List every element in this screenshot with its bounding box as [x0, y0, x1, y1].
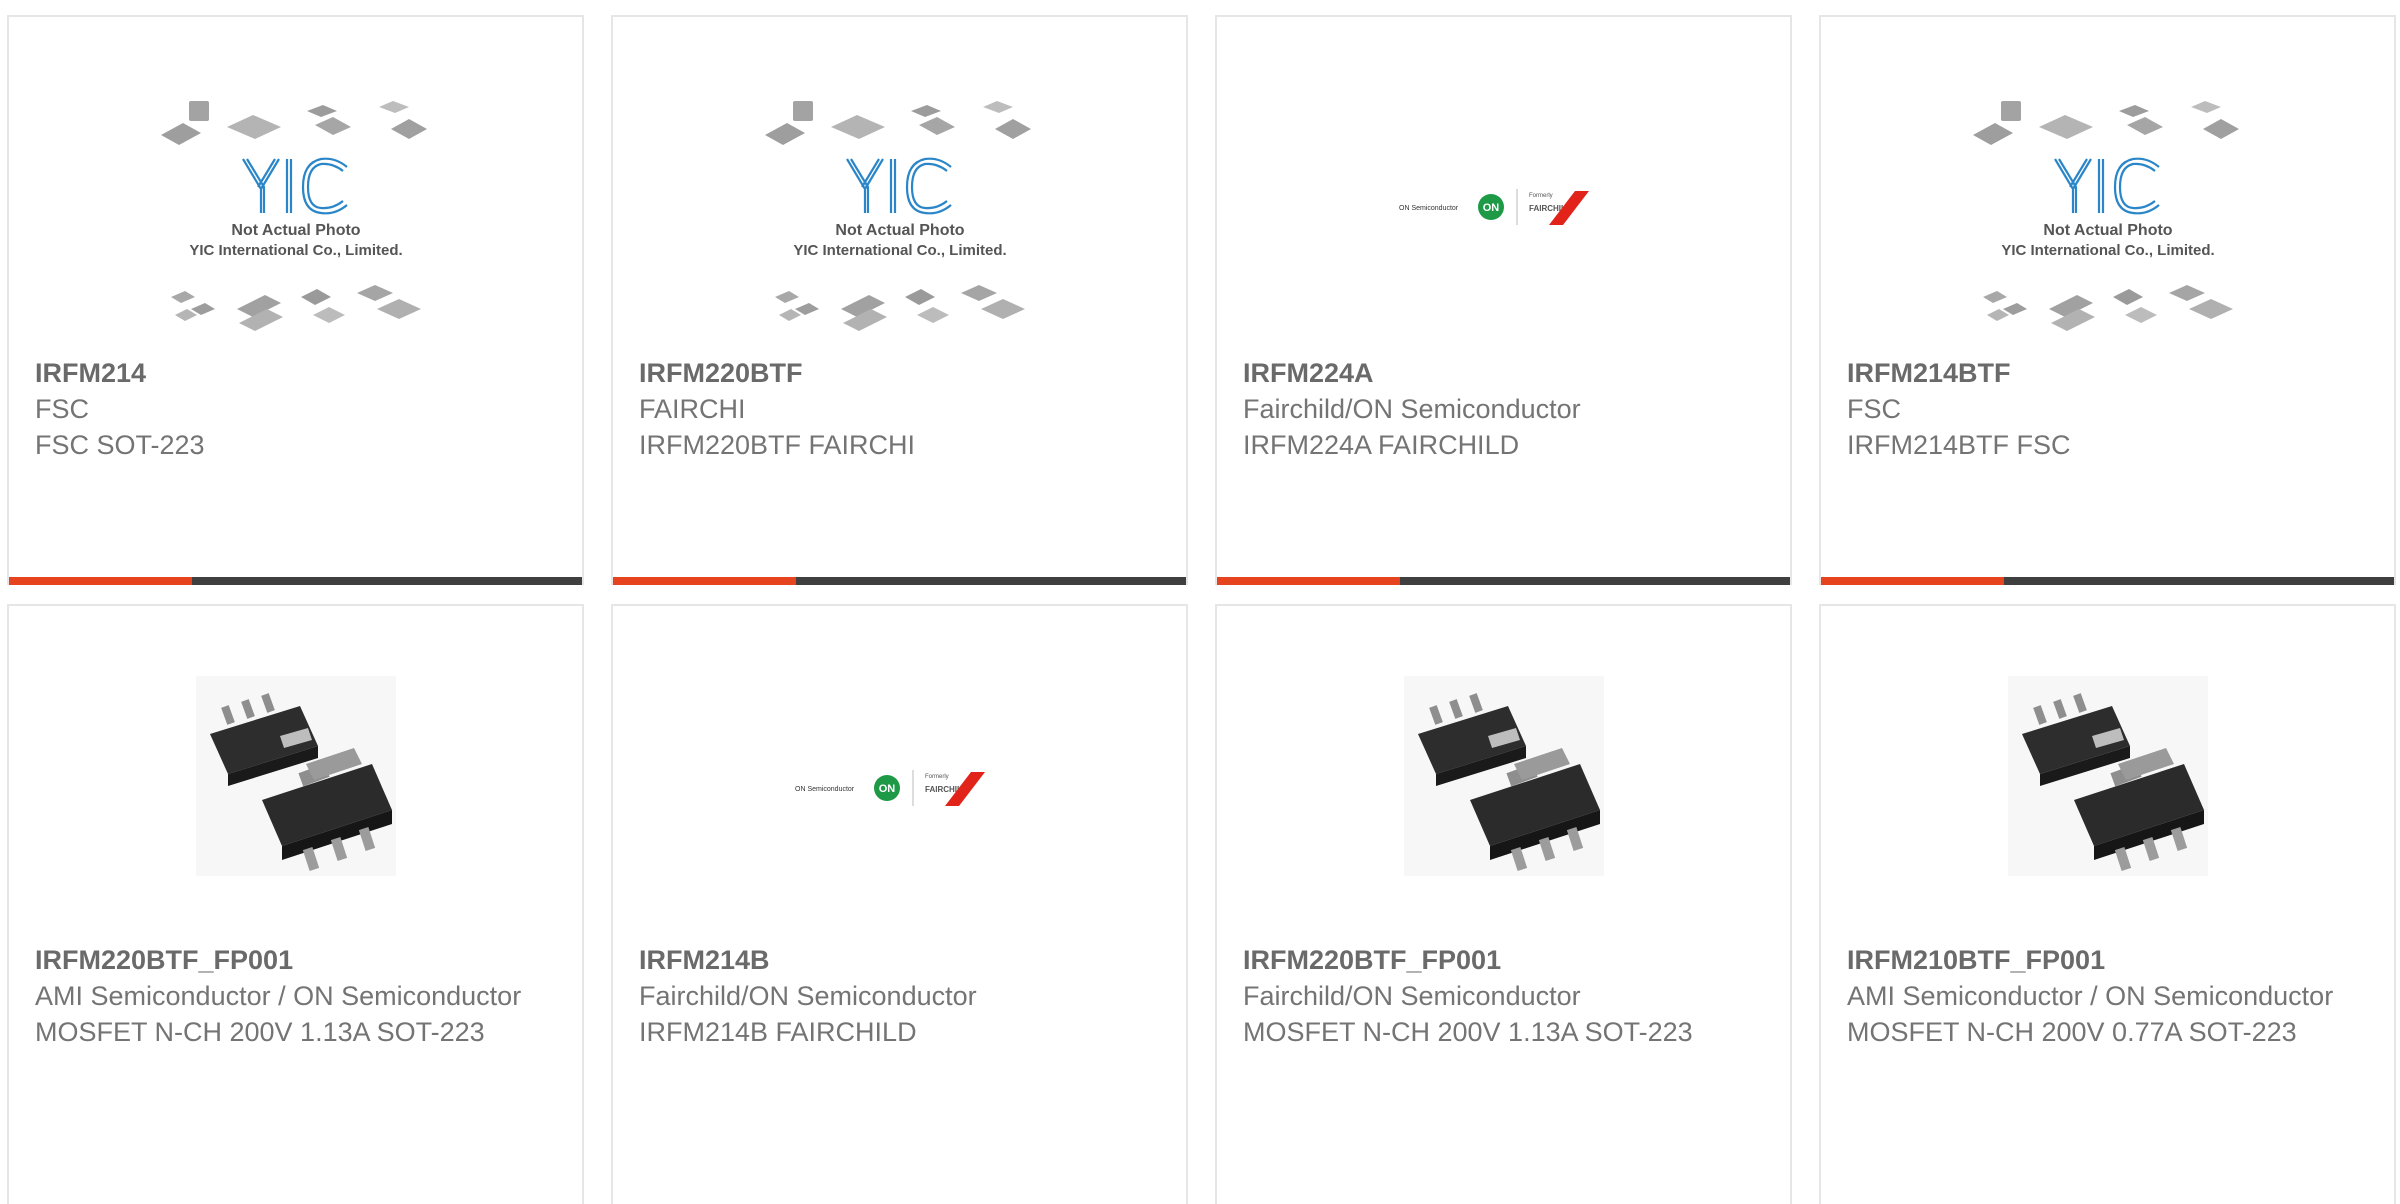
- not-actual-photo-image: Not Actual Photo YIC International Co., …: [160, 101, 427, 331]
- manufacturer: FSC: [1847, 394, 1901, 424]
- svg-text:Not Actual Photo: Not Actual Photo: [231, 222, 360, 239]
- product-image[interactable]: [1821, 676, 2394, 896]
- product-grid: Not Actual Photo YIC International Co., …: [0, 0, 2400, 1204]
- sot-223-package-photo: [195, 676, 396, 876]
- part-number-link[interactable]: IRFM224A: [1243, 355, 1770, 391]
- product-card[interactable]: Not Actual Photo YIC International Co., …: [1819, 15, 2396, 585]
- card-bottom-bar: [1217, 577, 1790, 585]
- part-number-link[interactable]: IRFM220BTF_FP001: [35, 942, 562, 978]
- part-number-link[interactable]: IRFM220BTF: [639, 355, 1166, 391]
- manufacturer: Fairchild/ON Semiconductor: [639, 981, 977, 1011]
- description: MOSFET N-CH 200V 1.13A SOT-223: [35, 1017, 485, 1047]
- card-bottom-bar: [613, 577, 1186, 585]
- manufacturer: FSC: [35, 394, 89, 424]
- product-image[interactable]: Not Actual Photo YIC International Co., …: [9, 97, 582, 367]
- product-image[interactable]: Not Actual Photo YIC International Co., …: [613, 97, 1186, 367]
- product-image[interactable]: [9, 676, 582, 896]
- product-info: IRFM220BTF_FP001 AMI Semiconductor / ON …: [35, 942, 562, 1050]
- svg-text:Formerly: Formerly: [925, 774, 949, 780]
- product-image[interactable]: ON Semiconductor ON Formerly FAIRCHILD.: [1217, 97, 1790, 367]
- svg-text:ON Semiconductor: ON Semiconductor: [795, 786, 855, 793]
- part-number-link[interactable]: IRFM214: [35, 355, 562, 391]
- sot-223-package-photo: [2007, 676, 2208, 876]
- card-bottom-bar: [9, 577, 582, 585]
- product-card[interactable]: Not Actual Photo YIC International Co., …: [7, 15, 584, 585]
- svg-text:Not Actual Photo: Not Actual Photo: [2043, 222, 2172, 239]
- product-card[interactable]: ON Semiconductor ON Formerly FAIRCHILD. …: [611, 604, 1188, 1204]
- part-number-link[interactable]: IRFM214BTF: [1847, 355, 2374, 391]
- product-info: IRFM220BTF FAIRCHI IRFM220BTF FAIRCHI: [639, 355, 1166, 463]
- product-image[interactable]: Not Actual Photo YIC International Co., …: [1821, 97, 2394, 367]
- manufacturer: Fairchild/ON Semiconductor: [1243, 394, 1581, 424]
- product-card[interactable]: IRFM210BTF_FP001 AMI Semiconductor / ON …: [1819, 604, 2396, 1204]
- product-card[interactable]: Not Actual Photo YIC International Co., …: [611, 15, 1188, 585]
- description: FSC SOT-223: [35, 430, 205, 460]
- on-semiconductor-fairchild-logo: ON Semiconductor ON Formerly FAIRCHILD.: [795, 770, 985, 806]
- on-semiconductor-fairchild-logo: ON Semiconductor ON Formerly FAIRCHILD.: [1399, 189, 1589, 225]
- svg-text:ON Semiconductor: ON Semiconductor: [1399, 205, 1459, 212]
- description: IRFM214B FAIRCHILD: [639, 1017, 917, 1047]
- svg-text:Formerly: Formerly: [1529, 193, 1553, 199]
- product-card[interactable]: ON Semiconductor ON Formerly FAIRCHILD. …: [1215, 15, 1792, 585]
- product-info: IRFM214BTF FSC IRFM214BTF FSC: [1847, 355, 2374, 463]
- product-info: IRFM224A Fairchild/ON Semiconductor IRFM…: [1243, 355, 1770, 463]
- manufacturer: Fairchild/ON Semiconductor: [1243, 981, 1581, 1011]
- product-card[interactable]: IRFM220BTF_FP001 AMI Semiconductor / ON …: [7, 604, 584, 1204]
- manufacturer: AMI Semiconductor / ON Semiconductor: [1847, 981, 2334, 1011]
- description: IRFM224A FAIRCHILD: [1243, 430, 1520, 460]
- svg-text:ON: ON: [1482, 202, 1499, 214]
- manufacturer: AMI Semiconductor / ON Semiconductor: [35, 981, 522, 1011]
- svg-text:ON: ON: [878, 783, 895, 795]
- part-number-link[interactable]: IRFM214B: [639, 942, 1166, 978]
- product-info: IRFM214B Fairchild/ON Semiconductor IRFM…: [639, 942, 1166, 1050]
- product-card[interactable]: IRFM220BTF_FP001 Fairchild/ON Semiconduc…: [1215, 604, 1792, 1204]
- sot-223-package-photo: [1403, 676, 1604, 876]
- svg-text:YIC International Co., Limited: YIC International Co., Limited.: [2001, 242, 2214, 259]
- svg-text:YIC International Co., Limited: YIC International Co., Limited.: [793, 242, 1006, 259]
- card-bottom-bar: [1821, 577, 2394, 585]
- svg-text:Not Actual Photo: Not Actual Photo: [835, 222, 964, 239]
- not-actual-photo-image: Not Actual Photo YIC International Co., …: [764, 101, 1031, 331]
- description: MOSFET N-CH 200V 0.77A SOT-223: [1847, 1017, 2297, 1047]
- not-actual-photo-image: Not Actual Photo YIC International Co., …: [1972, 101, 2239, 331]
- part-number-link[interactable]: IRFM220BTF_FP001: [1243, 942, 1770, 978]
- description: IRFM220BTF FAIRCHI: [639, 430, 916, 460]
- product-info: IRFM220BTF_FP001 Fairchild/ON Semiconduc…: [1243, 942, 1770, 1050]
- product-image[interactable]: [1217, 676, 1790, 896]
- manufacturer: FAIRCHI: [639, 394, 746, 424]
- part-number-link[interactable]: IRFM210BTF_FP001: [1847, 942, 2374, 978]
- product-image[interactable]: ON Semiconductor ON Formerly FAIRCHILD.: [613, 676, 1186, 896]
- product-info: IRFM214 FSC FSC SOT-223: [35, 355, 562, 463]
- description: IRFM214BTF FSC: [1847, 430, 2071, 460]
- description: MOSFET N-CH 200V 1.13A SOT-223: [1243, 1017, 1693, 1047]
- product-info: IRFM210BTF_FP001 AMI Semiconductor / ON …: [1847, 942, 2374, 1050]
- svg-text:YIC International Co., Limited: YIC International Co., Limited.: [189, 242, 402, 259]
